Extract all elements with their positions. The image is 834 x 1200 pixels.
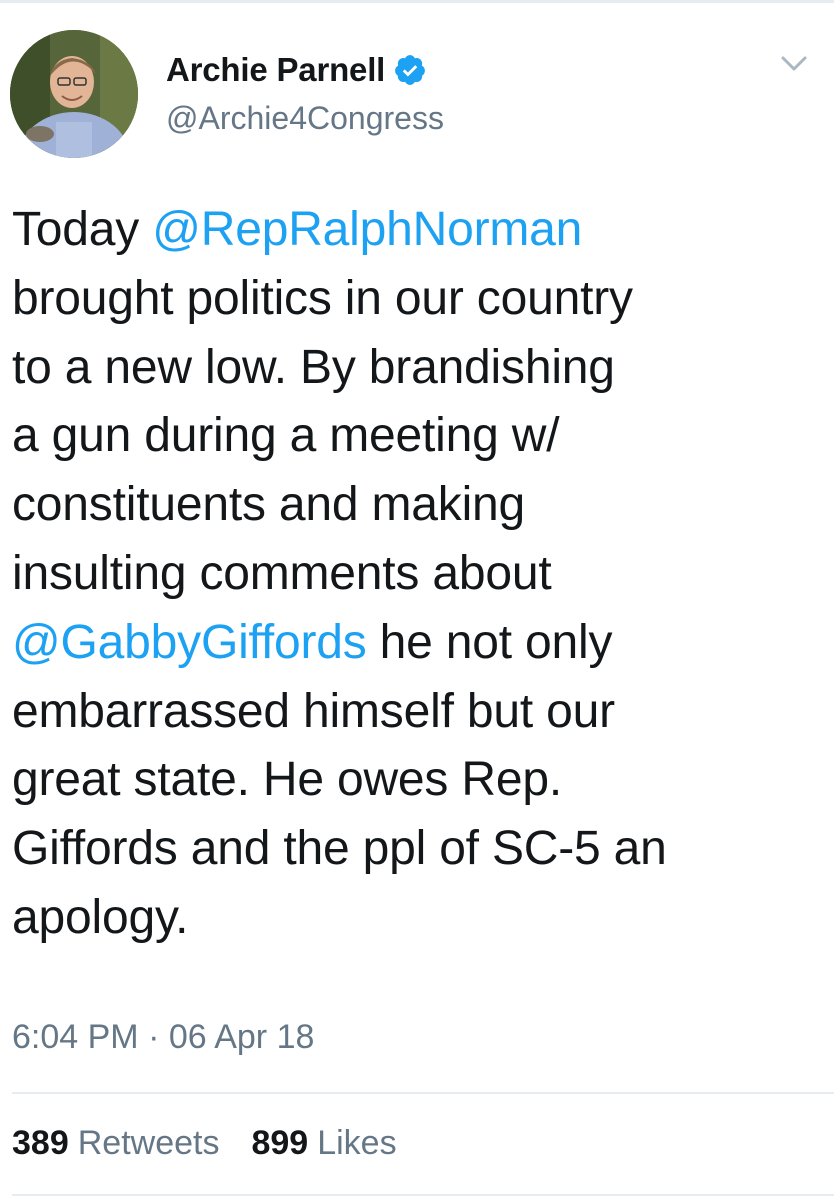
retweets-stat[interactable]: 389 Retweets xyxy=(12,1124,219,1163)
divider xyxy=(12,1092,834,1094)
tweet-text-line: brought politics in our country xyxy=(12,265,822,334)
tweet-text-line: a gun during a meeting w/ xyxy=(12,402,822,471)
tweet-text-line: Today @RepRalphNorman xyxy=(12,196,822,265)
tweet-text-line: to a new low. By brandishing xyxy=(12,334,822,403)
avatar[interactable] xyxy=(10,30,138,158)
tweet-text-line: @GabbyGiffords he not only xyxy=(12,609,822,678)
tweet-stats: 389 Retweets 899 Likes xyxy=(12,1124,429,1163)
verified-badge-icon xyxy=(393,53,427,87)
chevron-down-icon[interactable] xyxy=(774,46,814,80)
retweets-label: Retweets xyxy=(77,1124,220,1162)
tweet-text-line: constituents and making xyxy=(12,471,822,540)
mention-link[interactable]: @GabbyGiffords xyxy=(12,616,367,669)
tweet-header: Archie Parnell @Archie4Congress xyxy=(0,0,834,170)
author-display-name[interactable]: Archie Parnell xyxy=(166,51,385,89)
tweet-timestamp[interactable]: 6:04 PM · 06 Apr 18 xyxy=(12,1018,314,1057)
tweet-text-segment: to a new low. By brandishing xyxy=(12,340,615,394)
tweet-text-segment: Giffords and the ppl of SC-5 an xyxy=(12,822,667,876)
tweet-text-line: Giffords and the ppl of SC-5 an xyxy=(12,815,822,884)
author-handle[interactable]: @Archie4Congress xyxy=(166,100,444,137)
tweet-text-line: embarrassed himself but our xyxy=(12,678,822,747)
tweet-text-segment: great state. He owes Rep. xyxy=(12,753,562,807)
tweet-text-line: great state. He owes Rep. xyxy=(12,746,822,815)
tweet-text-line: apology. xyxy=(12,884,822,953)
tweet-text-segment: constituents and making xyxy=(12,478,526,532)
divider xyxy=(12,1194,834,1196)
likes-label: Likes xyxy=(317,1124,397,1162)
tweet-text-segment: a gun during a meeting w/ xyxy=(12,409,560,463)
likes-count: 899 xyxy=(251,1124,309,1162)
tweet-text-segment: insulting comments about xyxy=(12,546,552,600)
tweet-text-segment: embarrassed himself but our xyxy=(12,684,615,738)
profile-photo xyxy=(10,30,138,158)
tweet-text: Today @RepRalphNorman brought politics in… xyxy=(12,196,822,953)
tweet-text-segment: Today xyxy=(12,203,153,256)
author-name-row: Archie Parnell xyxy=(166,48,427,92)
tweet-text-segment: brought politics in our country xyxy=(12,271,633,325)
likes-stat[interactable]: 899 Likes xyxy=(251,1124,396,1163)
retweets-count: 389 xyxy=(12,1124,69,1162)
tweet-text-line: insulting comments about xyxy=(12,540,822,609)
mention-link[interactable]: @RepRalphNorman xyxy=(152,203,582,256)
tweet-text-segment: he not only xyxy=(366,615,613,669)
tweet-text-segment: apology. xyxy=(12,890,189,944)
